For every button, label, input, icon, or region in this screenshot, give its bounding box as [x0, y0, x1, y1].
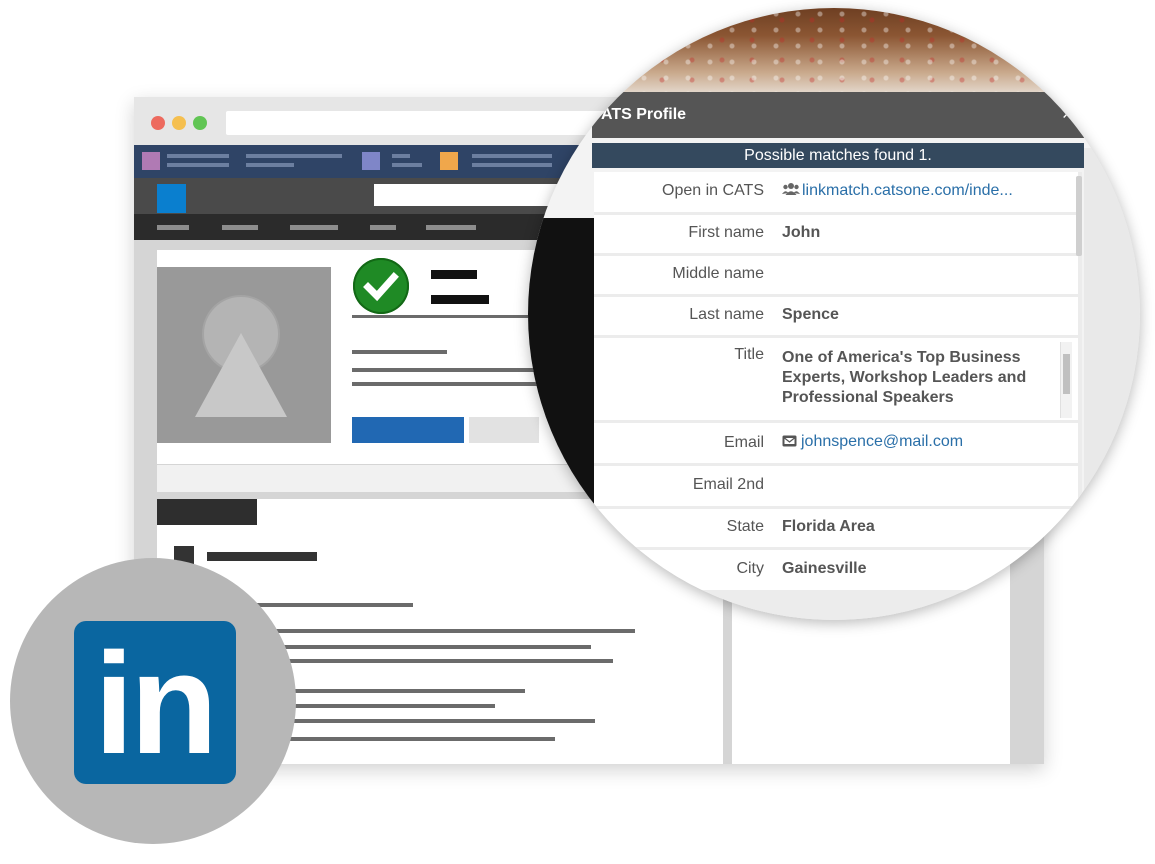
bookmark-label[interactable] — [472, 154, 552, 158]
users-icon — [782, 183, 800, 195]
ats-fields-list: Open in CATS linkmatch.catsone.com/inde.… — [594, 172, 1082, 620]
bookmark-label — [392, 163, 422, 167]
detail-line — [352, 382, 552, 386]
connect-button[interactable] — [352, 417, 464, 443]
field-row-city: City Gainesville — [594, 550, 1078, 590]
field-value[interactable]: Spence — [782, 306, 839, 324]
bookmark-label — [167, 163, 229, 167]
linkedin-logo-text: in — [94, 623, 218, 784]
cover-photo-texture — [528, 8, 1140, 100]
job-title-bar — [207, 552, 317, 561]
page-background-strip — [528, 218, 596, 618]
cats-link-text[interactable]: linkmatch.catsone.com/inde... — [802, 182, 1013, 199]
avatar-body-shape — [195, 333, 287, 417]
ats-panel-title: ATS Profile — [601, 106, 687, 123]
checkmark-icon — [363, 272, 399, 302]
headline-line — [352, 350, 447, 354]
nav-item[interactable] — [370, 225, 396, 230]
bookmark-label — [246, 163, 294, 167]
linkedin-logo: in — [74, 621, 236, 784]
bookmark-label[interactable] — [392, 154, 410, 158]
bookmark-label[interactable] — [246, 154, 342, 158]
profile-photo-placeholder — [157, 267, 331, 443]
section-heading-bar — [157, 499, 257, 525]
field-label: Open in CATS — [662, 182, 764, 199]
divider-line — [352, 315, 552, 318]
nav-item[interactable] — [222, 225, 258, 230]
bookmark-label — [472, 163, 552, 167]
textarea-scroll-thumb[interactable] — [1063, 354, 1070, 394]
field-label: Last name — [689, 306, 764, 323]
field-value[interactable]: Gainesville — [782, 560, 867, 578]
nav-item[interactable] — [290, 225, 338, 230]
field-label: Title — [734, 346, 764, 363]
field-row-first-name: First name John — [594, 215, 1078, 253]
text-line — [257, 629, 635, 633]
field-row-state: State Florida Area — [594, 509, 1078, 547]
field-row-last-name: Last name Spence — [594, 297, 1078, 335]
email-link[interactable]: johnspence@mail.com — [782, 433, 963, 451]
title-textarea[interactable]: One of America's Top Business Experts, W… — [782, 348, 1054, 408]
text-line — [257, 603, 413, 607]
email-link-text[interactable]: johnspence@mail.com — [801, 433, 963, 450]
text-line — [257, 645, 591, 649]
bookmark-icon[interactable] — [440, 152, 458, 170]
envelope-icon — [782, 435, 797, 447]
profile-name-bar — [431, 270, 477, 279]
minimize-dot[interactable] — [172, 116, 186, 130]
field-label: Middle name — [672, 265, 764, 282]
field-value[interactable]: John — [782, 224, 820, 242]
page-background-right — [1084, 148, 1140, 620]
field-label: State — [726, 518, 764, 535]
field-label: First name — [688, 224, 764, 241]
verified-check-icon — [353, 258, 409, 314]
text-line — [257, 689, 525, 693]
field-label: City — [736, 560, 764, 577]
field-label: Email — [723, 434, 764, 451]
field-label: Email 2nd — [692, 476, 764, 493]
nav-item[interactable] — [157, 225, 189, 230]
bookmark-icon[interactable] — [362, 152, 380, 170]
zoom-lens: ATS Profile × Possible matches found 1. … — [528, 8, 1140, 620]
detail-line — [352, 368, 552, 372]
nav-item[interactable] — [426, 225, 476, 230]
field-value[interactable]: Florida Area — [782, 518, 875, 536]
field-row-title: Title One of America's Top Business Expe… — [594, 338, 1078, 420]
cats-link[interactable]: linkmatch.catsone.com/inde... — [782, 182, 1013, 200]
text-line — [257, 659, 613, 663]
field-row-middle-name: Middle name — [594, 256, 1078, 294]
field-row-email: Email johnspence@mail.com — [594, 423, 1078, 463]
maximize-dot[interactable] — [193, 116, 207, 130]
text-line — [257, 737, 555, 741]
bookmark-icon[interactable] — [142, 152, 160, 170]
field-row-open-in-cats: Open in CATS linkmatch.catsone.com/inde.… — [594, 172, 1078, 212]
panel-scrollbar-thumb[interactable] — [1076, 176, 1082, 256]
textarea-scrollbar[interactable] — [1060, 342, 1072, 418]
site-logo[interactable] — [157, 184, 186, 213]
matches-banner: Possible matches found 1. — [592, 143, 1084, 168]
ats-panel-header: ATS Profile × — [592, 92, 1084, 138]
field-row-email-2nd: Email 2nd — [594, 466, 1078, 506]
close-icon[interactable]: × — [1062, 104, 1073, 125]
profile-name-bar — [431, 295, 489, 304]
text-line — [257, 719, 595, 723]
close-dot[interactable] — [151, 116, 165, 130]
bookmark-label[interactable] — [167, 154, 229, 158]
